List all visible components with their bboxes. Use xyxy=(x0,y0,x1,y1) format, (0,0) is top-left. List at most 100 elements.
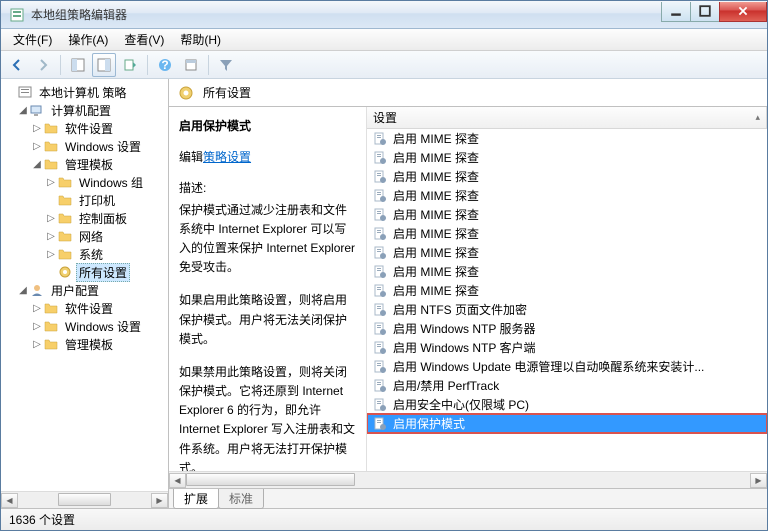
setting-icon xyxy=(373,189,387,203)
menu-action[interactable]: 操作(A) xyxy=(60,29,116,50)
tree-computer-config[interactable]: ◢计算机配置 xyxy=(3,101,166,119)
app-icon xyxy=(9,7,25,23)
desc-title: 启用保护模式 xyxy=(179,117,358,136)
list-item-label: 启用 MIME 探查 xyxy=(393,130,479,147)
setting-icon xyxy=(373,398,387,412)
setting-icon xyxy=(373,265,387,279)
list-item-label: 启用 MIME 探查 xyxy=(393,263,479,280)
list-item[interactable]: 启用 MIME 探查 xyxy=(367,186,767,205)
list-item[interactable]: 启用 MIME 探查 xyxy=(367,262,767,281)
tree-admin-templates[interactable]: ◢管理模板 xyxy=(3,155,166,173)
right-hscroll[interactable]: ◀▶ xyxy=(169,471,767,488)
tree-software-settings[interactable]: ▷软件设置 xyxy=(3,119,166,137)
list-item[interactable]: 启用 MIME 探查 xyxy=(367,148,767,167)
list-item-label: 启用 NTFS 页面文件加密 xyxy=(393,301,527,318)
list-item-label: 启用 MIME 探查 xyxy=(393,206,479,223)
tabs: 扩展 标准 xyxy=(169,488,767,508)
list-item[interactable]: 启用 Windows NTP 服务器 xyxy=(367,319,767,338)
minimize-button[interactable] xyxy=(661,2,691,22)
edit-policy-link[interactable]: 策略设置 xyxy=(203,150,251,164)
list-body[interactable]: 启用 MIME 探查启用 MIME 探查启用 MIME 探查启用 MIME 探查… xyxy=(367,129,767,471)
list-item-label: 启用/禁用 PerfTrack xyxy=(393,377,499,394)
list-item[interactable]: 启用 Windows Update 电源管理以自动唤醒系统来安装计... xyxy=(367,357,767,376)
setting-icon xyxy=(373,227,387,241)
list-item-label: 启用 Windows NTP 服务器 xyxy=(393,320,535,337)
back-button[interactable] xyxy=(5,53,29,77)
desc-p1: 保护模式通过减少注册表和文件系统中 Internet Explorer 可以写入… xyxy=(179,201,358,278)
list-item[interactable]: 启用/禁用 PerfTrack xyxy=(367,376,767,395)
titlebar[interactable]: 本地组策略编辑器 xyxy=(1,1,767,29)
tree-control-panel[interactable]: ▷控制面板 xyxy=(3,209,166,227)
tab-standard[interactable]: 标准 xyxy=(218,489,264,509)
tab-extended[interactable]: 扩展 xyxy=(173,489,219,509)
setting-icon xyxy=(373,379,387,393)
right-header: 所有设置 xyxy=(169,79,767,107)
status-text: 1636 个设置 xyxy=(9,511,75,528)
tree-user-config[interactable]: ◢用户配置 xyxy=(3,281,166,299)
maximize-button[interactable] xyxy=(690,2,720,22)
desc-label: 描述: xyxy=(179,179,358,198)
list-item[interactable]: 启用保护模式 xyxy=(367,414,767,433)
export-button[interactable] xyxy=(118,53,142,77)
col-setting[interactable]: 设置 xyxy=(367,107,767,128)
setting-icon xyxy=(373,151,387,165)
tree-all-settings[interactable]: 所有设置 xyxy=(3,263,166,281)
tree-root[interactable]: 本地计算机 策略 xyxy=(3,83,166,101)
show-tree-button[interactable] xyxy=(66,53,90,77)
list-item[interactable]: 启用 NTFS 页面文件加密 xyxy=(367,300,767,319)
setting-icon xyxy=(373,417,387,431)
filter-button[interactable] xyxy=(214,53,238,77)
list-item-label: 启用 MIME 探查 xyxy=(393,244,479,261)
help-button[interactable]: ? xyxy=(153,53,177,77)
setting-icon xyxy=(373,322,387,336)
setting-icon xyxy=(373,284,387,298)
tree-u-windows[interactable]: ▷Windows 设置 xyxy=(3,317,166,335)
list-item-label: 启用安全中心(仅限域 PC) xyxy=(393,396,529,413)
right-pane: 所有设置 启用保护模式 编辑策略设置 描述: 保护模式通过减少注册表和文件系统中… xyxy=(169,79,767,508)
list-item-label: 启用 Windows NTP 客户端 xyxy=(393,339,535,356)
properties-button[interactable] xyxy=(179,53,203,77)
window-title: 本地组策略编辑器 xyxy=(31,6,662,23)
tree-system[interactable]: ▷系统 xyxy=(3,245,166,263)
forward-button[interactable] xyxy=(31,53,55,77)
list-item-label: 启用 MIME 探查 xyxy=(393,187,479,204)
setting-icon xyxy=(373,208,387,222)
list-item-label: 启用 MIME 探查 xyxy=(393,282,479,299)
list-item[interactable]: 启用 MIME 探查 xyxy=(367,167,767,186)
show-detail-button[interactable] xyxy=(92,53,116,77)
menu-file[interactable]: 文件(F) xyxy=(5,29,60,50)
tree[interactable]: 本地计算机 策略 ◢计算机配置 ▷软件设置 ▷Windows 设置 ◢管理模板 … xyxy=(1,79,168,491)
list-item-label: 启用 Windows Update 电源管理以自动唤醒系统来安装计... xyxy=(393,358,704,375)
tree-windows-components[interactable]: ▷Windows 组 xyxy=(3,173,166,191)
setting-icon xyxy=(373,360,387,374)
list-item[interactable]: 启用 MIME 探查 xyxy=(367,281,767,300)
tree-windows-settings[interactable]: ▷Windows 设置 xyxy=(3,137,166,155)
right-header-title: 所有设置 xyxy=(203,84,251,101)
tree-printers[interactable]: 打印机 xyxy=(3,191,166,209)
desc-p3: 如果禁用此策略设置，则将关闭保护模式。它将还原到 Internet Explor… xyxy=(179,363,358,478)
settings-list: 设置 启用 MIME 探查启用 MIME 探查启用 MIME 探查启用 MIME… xyxy=(367,107,767,471)
setting-icon xyxy=(373,341,387,355)
tree-pane: 本地计算机 策略 ◢计算机配置 ▷软件设置 ▷Windows 设置 ◢管理模板 … xyxy=(1,79,169,508)
setting-icon xyxy=(373,246,387,260)
list-item[interactable]: 启用 MIME 探查 xyxy=(367,205,767,224)
desc-p2: 如果启用此策略设置，则将启用保护模式。用户将无法关闭保护模式。 xyxy=(179,291,358,349)
list-item[interactable]: 启用 MIME 探查 xyxy=(367,129,767,148)
list-item-label: 启用 MIME 探查 xyxy=(393,168,479,185)
list-item[interactable]: 启用 MIME 探查 xyxy=(367,224,767,243)
list-item-label: 启用 MIME 探查 xyxy=(393,149,479,166)
left-hscroll[interactable]: ◀▶ xyxy=(1,491,168,508)
list-item-label: 启用保护模式 xyxy=(393,415,465,432)
setting-icon xyxy=(373,303,387,317)
menu-help[interactable]: 帮助(H) xyxy=(172,29,229,50)
tree-network[interactable]: ▷网络 xyxy=(3,227,166,245)
close-button[interactable] xyxy=(719,2,767,22)
menu-view[interactable]: 查看(V) xyxy=(116,29,172,50)
tree-u-admin[interactable]: ▷管理模板 xyxy=(3,335,166,353)
tree-u-software[interactable]: ▷软件设置 xyxy=(3,299,166,317)
statusbar: 1636 个设置 xyxy=(1,508,767,530)
list-item[interactable]: 启用安全中心(仅限域 PC) xyxy=(367,395,767,414)
list-item[interactable]: 启用 Windows NTP 客户端 xyxy=(367,338,767,357)
list-item[interactable]: 启用 MIME 探查 xyxy=(367,243,767,262)
list-header[interactable]: 设置 xyxy=(367,107,767,129)
